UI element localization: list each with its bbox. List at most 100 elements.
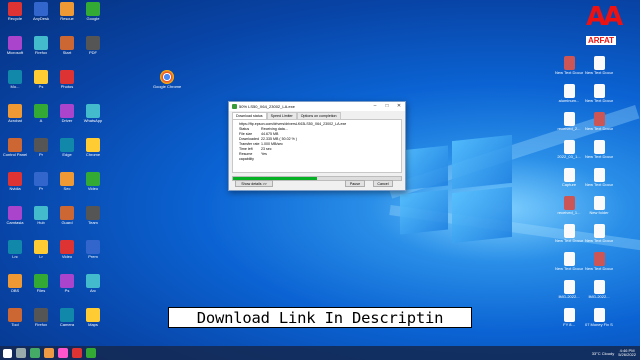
desktop-file-icon[interactable]: FY 8... bbox=[556, 308, 582, 338]
desktop-icon-label: New Text Document bbox=[585, 155, 613, 159]
desktop-icon[interactable]: Nvidia bbox=[2, 172, 28, 202]
desktop-icon[interactable]: AnyDesk bbox=[28, 2, 54, 32]
weather-text[interactable]: 33°C Cloudy bbox=[592, 351, 615, 356]
desktop-icon[interactable]: Maps bbox=[80, 308, 106, 338]
desktop-icon[interactable]: A bbox=[28, 104, 54, 134]
desktop-file-icon[interactable]: New Text Document bbox=[585, 140, 613, 170]
desktop-icon[interactable]: Guard bbox=[54, 206, 80, 236]
desktop-file-icon[interactable]: IMG-2022... bbox=[586, 280, 612, 310]
desktop-icon[interactable]: Control Panel bbox=[2, 138, 28, 168]
desktop-icon[interactable]: Tool bbox=[2, 308, 28, 338]
desktop-icon-label: Prem bbox=[88, 255, 98, 259]
desktop-icon-label: Sec bbox=[63, 187, 71, 191]
desktop-icon[interactable]: Photos bbox=[54, 70, 80, 100]
pause-button[interactable]: Pause bbox=[345, 180, 365, 187]
desktop-icon[interactable]: Acrobat bbox=[2, 104, 28, 134]
desktop-icon[interactable]: Firefox bbox=[28, 36, 54, 66]
desktop-icon[interactable]: Edge bbox=[54, 138, 80, 168]
app-icon bbox=[60, 240, 74, 254]
firefox-taskbar-icon[interactable] bbox=[44, 348, 54, 358]
desktop-icon-label: Acrobat bbox=[8, 119, 22, 123]
app-icon bbox=[8, 308, 22, 322]
desktop-icon[interactable]: Hub bbox=[28, 206, 54, 236]
desktop-icon[interactable]: Lrc bbox=[2, 240, 28, 270]
desktop-icon[interactable]: Ps bbox=[28, 70, 54, 100]
app-taskbar-icon[interactable] bbox=[86, 348, 96, 358]
desktop-file-icon[interactable]: New folder bbox=[586, 196, 612, 226]
desktop-icon[interactable]: Recycle bbox=[2, 2, 28, 32]
desktop-icon[interactable]: Camera bbox=[54, 308, 80, 338]
desktop-file-icon[interactable]: IMG-2022... bbox=[556, 280, 582, 310]
tab-download-status[interactable]: Download status bbox=[232, 112, 267, 119]
close-button[interactable]: ✕ bbox=[393, 102, 405, 111]
desktop-file-icon[interactable]: New Text Document bbox=[585, 168, 613, 198]
desktop-icon-label: FY 8... bbox=[563, 323, 575, 327]
start-icon[interactable] bbox=[3, 348, 12, 358]
desktop-file-icon[interactable]: New Text Document bbox=[585, 56, 613, 86]
desktop-icon[interactable]: Arc bbox=[80, 274, 106, 304]
desktop-icon[interactable]: Camtasia bbox=[2, 206, 28, 236]
desktop-file-icon[interactable]: New Text Document bbox=[585, 84, 613, 114]
download-icon bbox=[232, 104, 237, 109]
maximize-button[interactable]: □ bbox=[381, 102, 393, 111]
desktop-icon[interactable]: Rescue bbox=[54, 2, 80, 32]
desktop-file-icon[interactable]: New Text Document bbox=[585, 252, 613, 282]
desktop-icon[interactable]: Start bbox=[54, 36, 80, 66]
desktop-icon[interactable]: Google bbox=[80, 2, 106, 32]
app-taskbar-icon[interactable] bbox=[72, 348, 82, 358]
desktop-file-icon[interactable]: New Text Document bbox=[555, 252, 583, 282]
app-icon bbox=[60, 36, 74, 50]
desktop-icon[interactable]: Prem bbox=[80, 240, 106, 270]
desktop-icon[interactable]: Ps bbox=[54, 274, 80, 304]
desktop-icon-label: Chrome bbox=[85, 153, 101, 157]
desktop-icon[interactable]: PDF bbox=[80, 36, 106, 66]
desktop-icon[interactable]: Video bbox=[80, 172, 106, 202]
desktop-icon-label: Maps bbox=[88, 323, 98, 327]
desktop-file-icon[interactable]: Capture bbox=[556, 168, 582, 198]
desktop-icon[interactable]: Pr bbox=[28, 138, 54, 168]
desktop-file-icon[interactable]: received_1... bbox=[556, 196, 582, 226]
desktop-icon-label: Edge bbox=[62, 153, 72, 157]
show-details-button[interactable]: Show details >> bbox=[235, 180, 273, 187]
desktop-file-icon[interactable]: 07 Money Fix Sex... bbox=[585, 308, 613, 338]
taskview-icon[interactable] bbox=[30, 348, 40, 358]
desktop-file-icon[interactable]: received_2... bbox=[556, 112, 582, 142]
tab-speed-limiter[interactable]: Speed Limiter bbox=[266, 112, 297, 119]
windows-logo-pane bbox=[400, 189, 448, 235]
brand-logo-subtext: ARFAT bbox=[586, 36, 617, 45]
search-icon[interactable] bbox=[16, 348, 26, 358]
minimize-button[interactable]: – bbox=[369, 102, 381, 111]
desktop-icon[interactable]: Driver bbox=[54, 104, 80, 134]
desktop-icon[interactable]: Team bbox=[80, 206, 106, 236]
app-icon bbox=[86, 240, 100, 254]
desktop-icon[interactable]: Firefox bbox=[28, 308, 54, 338]
desktop-icon[interactable]: Files bbox=[28, 274, 54, 304]
cancel-button[interactable]: Cancel bbox=[373, 180, 393, 187]
desktop-file-icon[interactable]: New Text Document bbox=[555, 224, 583, 254]
desktop-icon-label: Firefox bbox=[34, 323, 48, 327]
desktop-file-icon[interactable]: New Text Document bbox=[585, 224, 613, 254]
desktop-icon[interactable]: Microsoft bbox=[2, 36, 28, 66]
desktop-icon[interactable]: WhatsApp bbox=[80, 104, 106, 134]
desktop-icon[interactable]: Sec bbox=[54, 172, 80, 202]
desktop-icon-label: Capture bbox=[561, 183, 577, 187]
desktop-icon[interactable]: Chrome bbox=[80, 138, 106, 168]
dialog-titlebar[interactable]: 50% LS50_X64_23002_LA.exe – □ ✕ bbox=[229, 102, 405, 111]
desktop-icon[interactable]: OBS bbox=[2, 274, 28, 304]
desktop-icon[interactable]: Video bbox=[54, 240, 80, 270]
tab-options-on-completion[interactable]: Options on completion bbox=[296, 112, 341, 119]
desktop-icon-label: New Text Document bbox=[585, 239, 613, 243]
app-taskbar-icon[interactable] bbox=[58, 348, 68, 358]
desktop-file-icon[interactable]: New Text Document bbox=[555, 56, 583, 86]
clock[interactable]: 4:46 PM 5/26/2022 bbox=[618, 348, 636, 358]
desktop-icon[interactable]: Lr bbox=[28, 240, 54, 270]
desktop-file-icon[interactable]: New Text Document bbox=[585, 112, 613, 142]
desktop-icon[interactable]: Mo... bbox=[2, 70, 28, 100]
document-icon bbox=[593, 252, 605, 266]
desktop-file-icon[interactable]: aluminum... bbox=[556, 84, 582, 114]
desktop-file-icon[interactable]: 2022_03_1... bbox=[556, 140, 582, 170]
document-icon bbox=[593, 224, 605, 238]
desktop-icon-chrome[interactable]: Google Chrome bbox=[153, 70, 181, 100]
app-icon bbox=[86, 308, 100, 322]
desktop-icon[interactable]: Pr bbox=[28, 172, 54, 202]
